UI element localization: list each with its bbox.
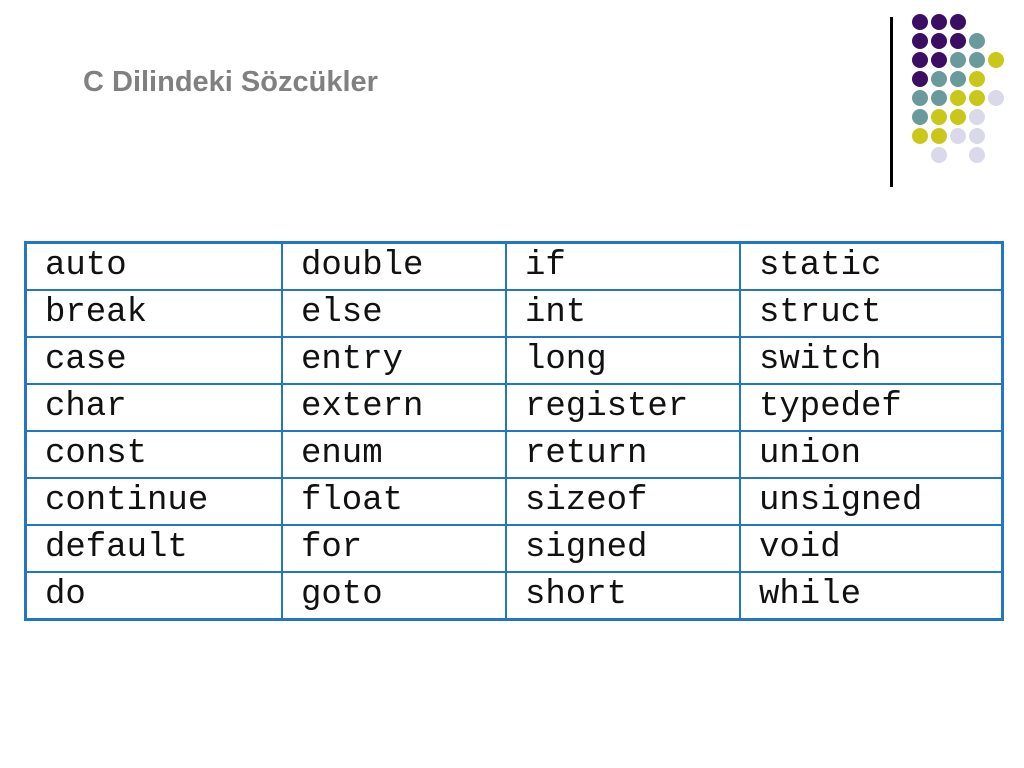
keyword-cell: extern [281,383,507,432]
decorative-dot [912,109,928,125]
table-row: auto double if static [24,241,1004,291]
divider-line [890,17,893,187]
decorative-dot [912,90,928,106]
keyword-cell: continue [24,477,283,526]
decorative-dot [969,71,985,87]
keyword-cell: float [281,477,507,526]
keyword-cell: else [281,289,507,338]
table-row: case entry long switch [24,336,1004,385]
keyword-cell: break [24,289,283,338]
keyword-cell: signed [505,524,741,573]
decorative-dot [969,52,985,68]
keyword-cell: const [24,430,283,479]
keyword-cell: do [24,571,283,621]
keyword-cell: default [24,524,283,573]
table-row: char extern register typedef [24,383,1004,432]
decorative-dot [969,90,985,106]
decorative-dot [931,128,947,144]
decorative-dot [931,33,947,49]
keyword-cell: static [739,241,1004,291]
keyword-cell: register [505,383,741,432]
keyword-cell: union [739,430,1004,479]
decorative-dot [988,90,1004,106]
keyword-cell: long [505,336,741,385]
keyword-cell: enum [281,430,507,479]
decorative-dot [950,52,966,68]
decorative-dot [950,128,966,144]
table-row: const enum return union [24,430,1004,479]
keyword-cell: double [281,241,507,291]
keyword-cell: while [739,571,1004,621]
decorative-dot [931,147,947,163]
table-row: default for signed void [24,524,1004,573]
decorative-dot [912,33,928,49]
decorative-dot [912,14,928,30]
keyword-cell: struct [739,289,1004,338]
decorative-dot [969,128,985,144]
keyword-cell: entry [281,336,507,385]
keyword-cell: if [505,241,741,291]
decorative-dot [988,52,1004,68]
keyword-cell: sizeof [505,477,741,526]
decorative-dot [912,52,928,68]
keyword-cell: for [281,524,507,573]
decorative-dot [950,90,966,106]
keywords-table: auto double if static break else int struct case… [24,241,1004,621]
keyword-cell: int [505,289,741,338]
table-row: continue float sizeof unsigned [24,477,1004,526]
keyword-cell: goto [281,571,507,621]
decorative-dot [950,14,966,30]
keyword-cell: auto [24,241,283,291]
decorative-dot [931,109,947,125]
decorative-dot [931,90,947,106]
decorative-dot [950,71,966,87]
decorative-dot [912,128,928,144]
decorative-dot [969,147,985,163]
keyword-cell: unsigned [739,477,1004,526]
decorative-dot [931,71,947,87]
slide-title: C Dilindeki Sözcükler [83,66,378,98]
decorative-dot [969,109,985,125]
table-row: break else int struct [24,289,1004,338]
decorative-dot [912,71,928,87]
keyword-cell: char [24,383,283,432]
keyword-cell: switch [739,336,1004,385]
keyword-cell: return [505,430,741,479]
decorative-dot [950,33,966,49]
table-row: do goto short while [24,571,1004,621]
decorative-dot [950,109,966,125]
decorative-dot [969,33,985,49]
keyword-cell: case [24,336,283,385]
decorative-dot [931,52,947,68]
decorative-dot [931,14,947,30]
keyword-cell: typedef [739,383,1004,432]
keyword-cell: short [505,571,741,621]
keyword-cell: void [739,524,1004,573]
